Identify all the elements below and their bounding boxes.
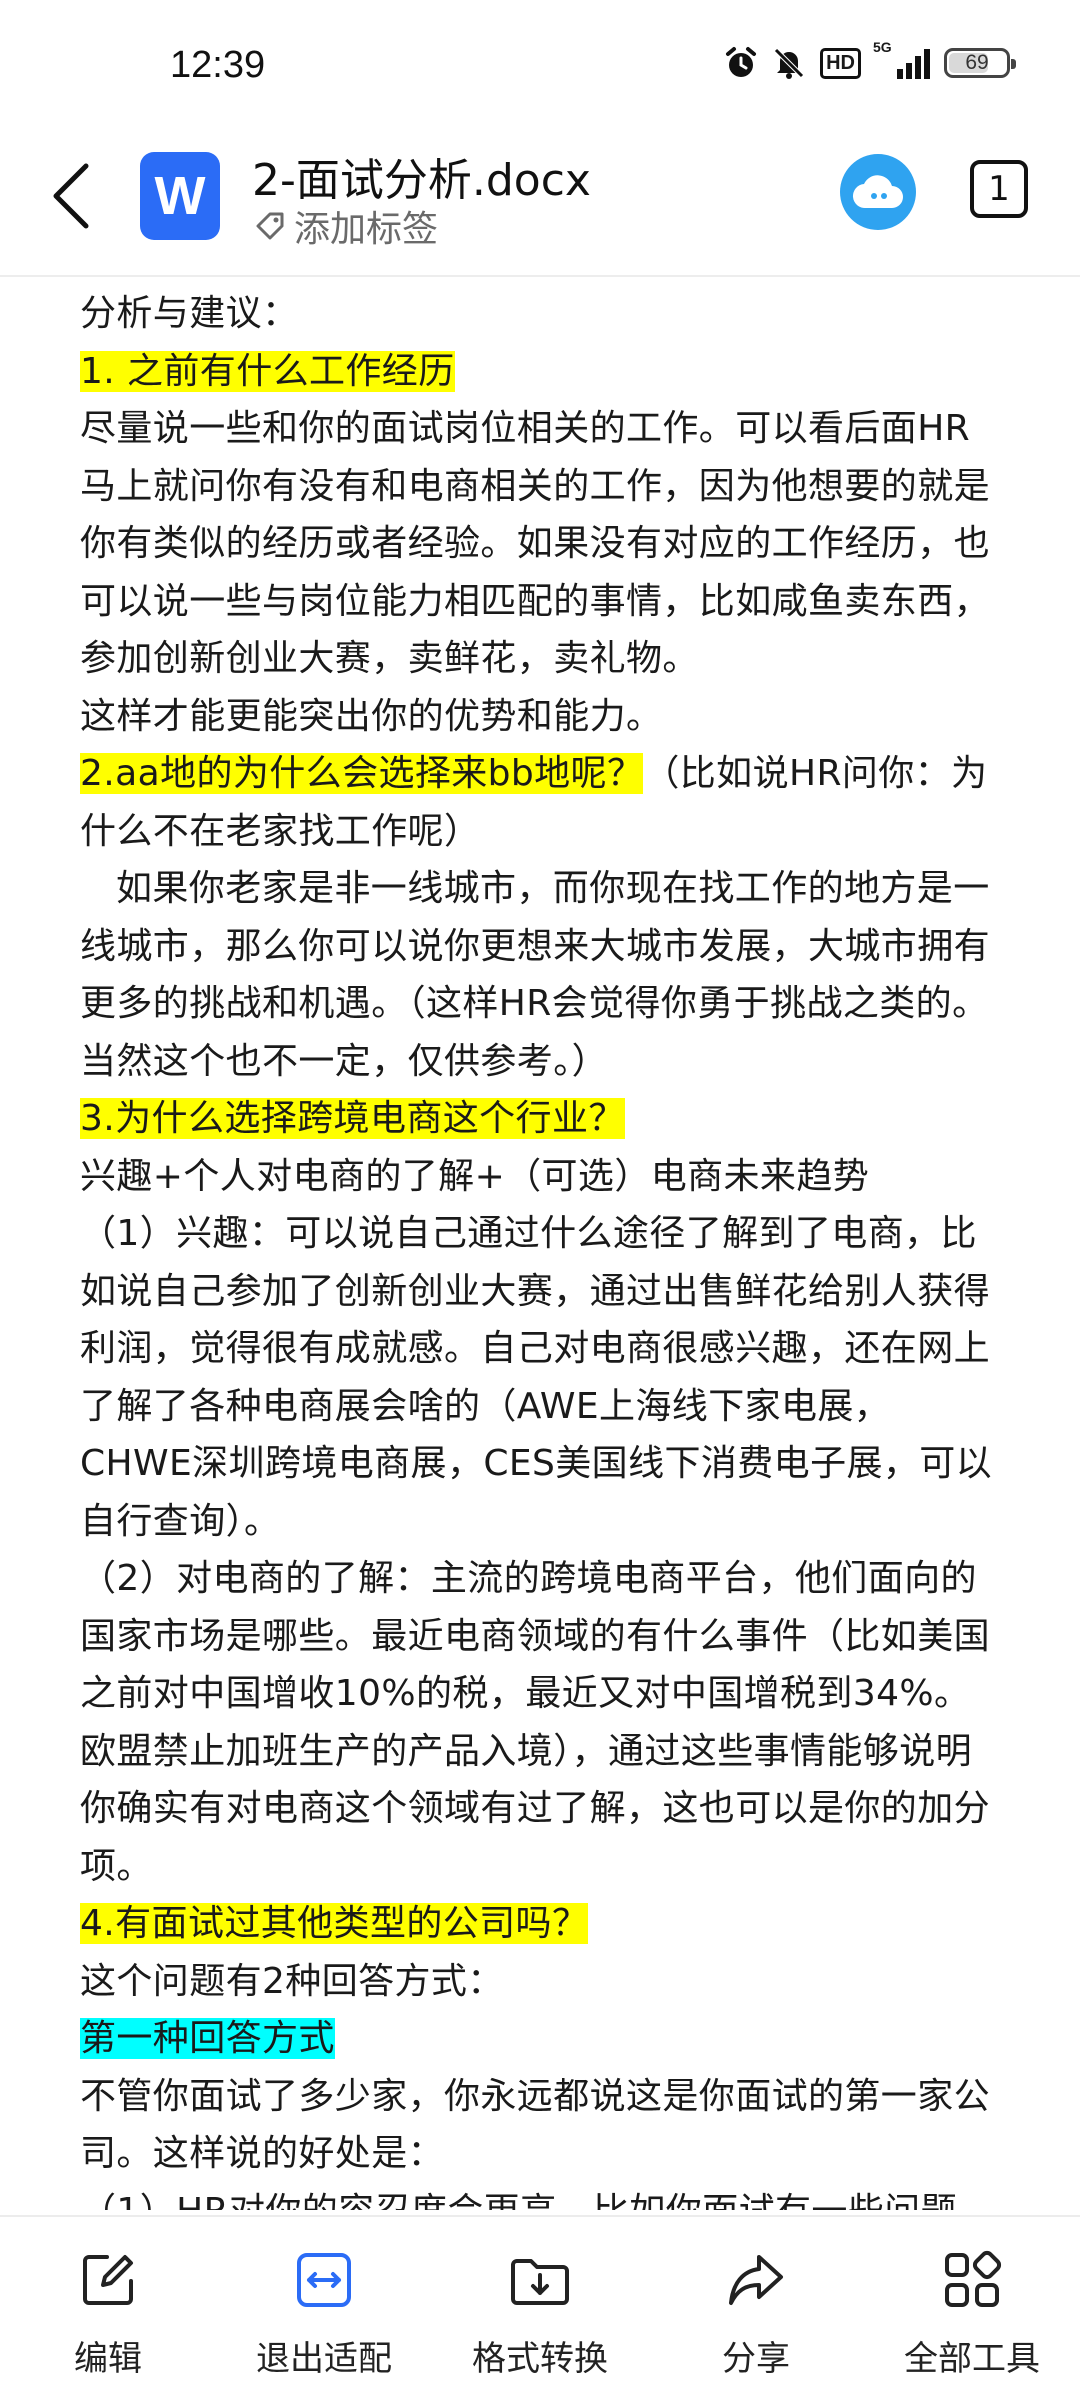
- paragraph-text: 这个问题有2种回答方式：: [80, 1960, 504, 2002]
- doc-paragraph: 1. 之前有什么工作经历: [80, 343, 1000, 401]
- paragraph-text: 这样才能更能突出你的优势和能力。: [80, 695, 663, 737]
- highlighted-heading: 4.有面试过其他类型的公司吗？: [80, 1903, 589, 1944]
- back-button[interactable]: [48, 160, 92, 236]
- share-button[interactable]: 分享: [648, 2217, 864, 2402]
- doc-paragraph: 这样才能更能突出你的优势和能力。: [80, 688, 1000, 746]
- highlighted-heading: 3.为什么选择跨境电商这个行业？: [80, 1098, 625, 1139]
- document-body: 分析与建议： 1. 之前有什么工作经历尽量说一些和你的面试岗位相关的工作。可以看后…: [80, 285, 1000, 2210]
- doc-paragraph: （2）对电商的了解：主流的跨境电商平台，他们面向的国家市场是哪些。最近电商领域的…: [80, 1550, 1000, 1895]
- all-tools-label: 全部工具: [904, 2339, 1040, 2379]
- all-tools-icon: [945, 2250, 1002, 2307]
- paragraph-text: （1）兴趣：可以说自己通过什么途径了解到了电商，比如说自己参加了创新创业大赛，通…: [80, 1213, 993, 1542]
- doc-paragraph: 尽量说一些和你的面试岗位相关的工作。可以看后面HR马上就问你有没有和电商相关的工…: [80, 400, 1000, 688]
- document-header: W 2-面试分析.docx 添加标签 1: [0, 130, 1080, 277]
- add-tag-button[interactable]: 添加标签: [254, 200, 438, 252]
- format-convert-button[interactable]: 格式转换: [432, 2217, 648, 2402]
- highlighted-heading: 1. 之前有什么工作经历: [80, 350, 455, 392]
- bottom-toolbar: 编辑 退出适配 格式转换 分享 全部工具: [0, 2215, 1080, 2402]
- back-arrow-icon: [53, 163, 89, 229]
- paragraph-text: 不管你面试了多少家，你永远都说这是你面试的第一家公司。这样说的好处是：: [80, 2075, 991, 2175]
- doc-paragraph: 兴趣+个人对电商的了解+（可选）电商未来趋势: [80, 1148, 1000, 1206]
- share-label: 分享: [722, 2339, 790, 2379]
- cloud-icon: [852, 175, 903, 209]
- paragraph-text: 分析与建议：: [80, 293, 299, 334]
- exit-fit-icon: [297, 2253, 351, 2307]
- doc-paragraph: （1）HR对你的容忍度会更高，比如你面试有一些问题: [80, 2183, 1000, 2211]
- paragraph-text: （1）HR对你的容忍度会更高，比如你面试有一些问题: [80, 2191, 957, 2211]
- battery-indicator: 69: [944, 48, 1016, 78]
- status-time: 12:39: [170, 44, 266, 86]
- page-count-button[interactable]: 1: [970, 160, 1028, 218]
- all-tools-button[interactable]: 全部工具: [864, 2217, 1080, 2402]
- alarm-icon: [726, 47, 757, 77]
- doc-paragraph: 2.aa地的为什么会选择来bb地呢？（比如说HR问你：为什么不在老家找工作呢）: [80, 745, 1000, 860]
- highlighted-heading: 2.aa地的为什么会选择来bb地呢？: [80, 753, 644, 794]
- paragraph-text: （2）对电商的了解：主流的跨境电商平台，他们面向的国家市场是哪些。最近电商领域的…: [80, 1558, 991, 1887]
- network-label: 5G: [873, 39, 892, 55]
- doc-paragraph: 第一种回答方式: [80, 2010, 1000, 2068]
- doc-paragraph: 3.为什么选择跨境电商这个行业？: [80, 1090, 1000, 1148]
- paragraph-text: 如果你老家是非一线城市，而你现在找工作的地方是一线城市，那么你可以说你更想来大城…: [80, 868, 991, 1082]
- tag-icon: [256, 212, 284, 240]
- word-app-icon: W: [140, 152, 220, 240]
- status-icons: HD 5G 69: [724, 39, 1016, 80]
- add-tag-label: 添加标签: [294, 209, 439, 250]
- edit-label: 编辑: [74, 2339, 142, 2379]
- share-icon: [729, 2255, 783, 2305]
- highlighted-subheading: 第一种回答方式: [80, 2018, 335, 2059]
- exit-fit-label: 退出适配: [256, 2339, 392, 2379]
- paragraph-text: 尽量说一些和你的面试岗位相关的工作。可以看后面HR马上就问你有没有和电商相关的工…: [80, 408, 991, 679]
- format-convert-icon: [511, 2259, 569, 2305]
- mute-bell-icon: [774, 48, 804, 79]
- doc-paragraph: 不管你面试了多少家，你永远都说这是你面试的第一家公司。这样说的好处是：: [80, 2068, 1000, 2183]
- doc-paragraph: 4.有面试过其他类型的公司吗？: [80, 1895, 1000, 1953]
- doc-paragraph: （1）兴趣：可以说自己通过什么途径了解到了电商，比如说自己参加了创新创业大赛，通…: [80, 1205, 1000, 1550]
- paragraph-text: 兴趣+个人对电商的了解+（可选）电商未来趋势: [80, 1155, 870, 1197]
- file-name: 2-面试分析.docx: [252, 155, 591, 206]
- exit-fit-button[interactable]: 退出适配: [216, 2217, 432, 2402]
- doc-paragraph: 如果你老家是非一线城市，而你现在找工作的地方是一线城市，那么你可以说你更想来大城…: [80, 860, 1000, 1090]
- format-convert-label: 格式转换: [472, 2339, 608, 2379]
- battery-level: 69: [965, 51, 989, 74]
- hd-badge: HD: [820, 47, 861, 79]
- signal-icon: 5G: [873, 39, 930, 79]
- doc-paragraph: 这个问题有2种回答方式：: [80, 1953, 1000, 2011]
- doc-paragraph: 分析与建议：: [80, 285, 1000, 343]
- edit-button[interactable]: 编辑: [0, 2217, 216, 2402]
- status-bar: 12:39 HD 5G 69: [0, 0, 1080, 130]
- edit-icon: [83, 2255, 133, 2305]
- cloud-sync-button[interactable]: [840, 154, 916, 230]
